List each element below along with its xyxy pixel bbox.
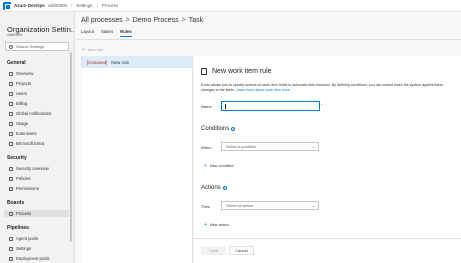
sidebar-item-usage[interactable]: Usage [4,120,69,127]
page-title: All processes > Demo Process > Task [81,17,204,24]
org-breadcrumb[interactable]: vskb0900 [48,3,67,8]
unsaved-badge: [Unsaved] [87,59,108,65]
learn-more-link[interactable]: Learn more about work item rules [236,88,290,92]
rule-name: New rule [111,59,130,65]
new-condition-button[interactable]: + New condition [204,163,234,169]
top-bar: Azure DevOps vskb0900 / Settings / Proce… [0,0,461,12]
action-dropdown[interactable]: Select an action ⌄ [221,201,319,210]
save-button[interactable]: Save [201,246,226,255]
sidebar-item-permissions[interactable]: Permissions [4,185,69,192]
process-icon [9,211,13,216]
rule-document-icon [201,68,207,75]
section-general: General [7,60,26,66]
breadcrumb-settings[interactable]: Settings [76,3,92,8]
sidebar-item-billing[interactable]: Billing [4,100,69,107]
policies-icon [9,176,13,181]
footer-divider [194,238,461,239]
organization-name: vskb0900 [7,33,23,37]
new-action-button[interactable]: + New action [204,222,229,228]
search-settings-input[interactable]: Search Settings [5,42,69,51]
notifications-icon [9,111,13,116]
tab-states[interactable]: States [101,29,113,37]
tab-divider [77,39,461,40]
then-label: Then [201,204,211,209]
panel-header: New work item rule [201,68,272,75]
chevron-down-icon: ⌄ [311,144,315,149]
search-icon [9,44,13,49]
breadcrumb-process[interactable]: Process [102,3,118,8]
text-caret [225,104,226,109]
tab-bar: Layout States Rules [81,29,139,37]
lock-icon [9,186,13,191]
projects-icon [9,81,13,86]
panel-description: A rule allows you to specify actions on … [201,83,444,92]
sidebar-item-extensions[interactable]: Extensions [4,130,69,137]
cancel-button[interactable]: Cancel [229,246,254,255]
azure-devops-logo-icon[interactable] [3,1,11,10]
plus-icon: + [82,47,85,53]
condition-dropdown[interactable]: Select a condition ⌄ [221,142,319,151]
sidebar-item-agent-pools[interactable]: Agent pools [4,235,69,242]
tab-rules[interactable]: Rules [120,29,132,37]
panel-title: New work item rule [212,68,272,75]
entra-icon [9,141,13,146]
info-icon[interactable]: i [222,186,227,190]
sidebar-scrollbar[interactable] [70,52,72,242]
billing-icon [9,101,13,106]
overview-icon [9,71,13,76]
plus-icon: + [204,163,207,169]
new-rule-button[interactable]: + New rule [82,47,103,53]
plus-icon: + [204,222,207,228]
deployment-pools-icon [9,256,13,261]
search-placeholder: Search Settings [16,44,45,49]
settings-sidebar: Organization Settin... vskb0900 Search S… [0,12,75,263]
gear-icon [9,246,13,251]
when-label: When [201,145,212,150]
info-icon[interactable]: i [231,127,236,131]
actions-heading: Actions i [201,185,227,191]
rule-list-item[interactable]: [Unsaved] New rule [81,56,193,68]
breadcrumb-separator: / [96,3,98,8]
brand-name[interactable]: Azure DevOps [14,3,45,8]
sidebar-item-deployment-pools[interactable]: Deployment pools [4,255,69,262]
extensions-icon [9,131,13,136]
sidebar-item-security-overview[interactable]: Security overview [4,165,69,172]
agent-pools-icon [9,236,13,241]
section-boards: Boards [7,200,25,206]
sidebar-item-global-notifications[interactable]: Global notifications [4,110,69,117]
chevron-down-icon: ⌄ [311,203,315,208]
sidebar-item-policies[interactable]: Policies [4,175,69,182]
section-security: Security [7,155,27,161]
required-indicator: * [321,102,323,107]
sidebar-item-microsoft-entra[interactable]: Microsoft Entra [4,140,69,147]
section-pipelines: Pipelines [7,225,29,231]
name-label: Name [201,104,212,109]
breadcrumb-separator: / [71,3,73,8]
sidebar-item-projects[interactable]: Projects [4,80,69,87]
users-icon [9,91,13,96]
sidebar-item-process[interactable]: Process [4,210,69,217]
crumb-demo-process[interactable]: Demo Process [133,17,179,24]
rule-list: [Unsaved] New rule [81,56,193,263]
crumb-task: Task [188,17,204,24]
sidebar-item-settings[interactable]: Settings [4,245,69,252]
crumb-all-processes[interactable]: All processes [81,17,123,24]
rule-name-input[interactable] [221,101,320,111]
tab-layout[interactable]: Layout [81,29,94,37]
rule-editor-panel: New work item rule A rule allows you to … [194,56,461,263]
conditions-heading: Conditions i [201,126,236,132]
shield-icon [9,166,13,171]
sidebar-item-overview[interactable]: Overview [4,70,69,77]
sidebar-item-users[interactable]: Users [4,90,69,97]
usage-icon [9,121,13,126]
